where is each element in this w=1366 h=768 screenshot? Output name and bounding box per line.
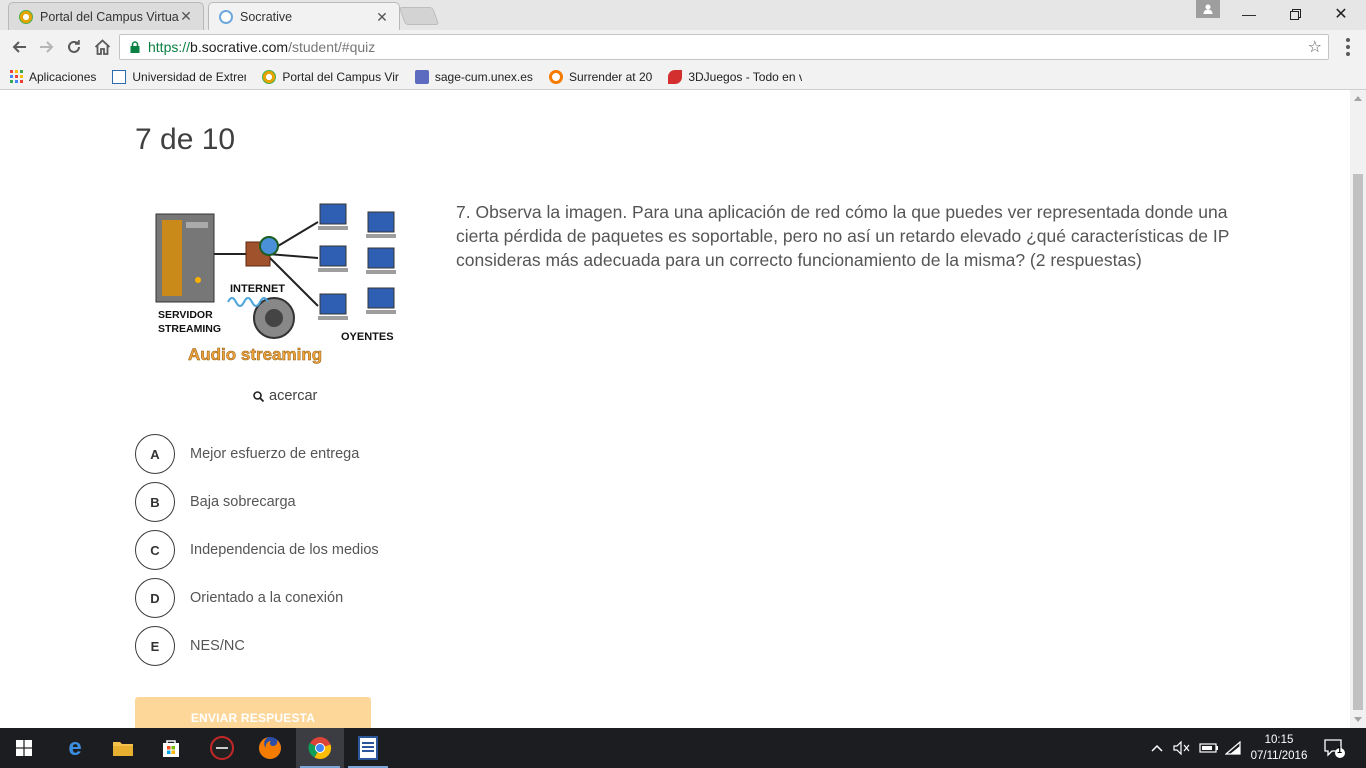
chrome-taskbar-icon[interactable] — [296, 728, 344, 768]
page-scrollbar[interactable] — [1350, 90, 1366, 728]
zoom-label: acercar — [269, 388, 318, 404]
document-app-icon[interactable] — [344, 728, 392, 768]
answer-text: Mejor esfuerzo de entrega — [190, 446, 360, 462]
answer-option-e[interactable]: E NES/NC — [135, 626, 379, 666]
bookmark-aplicaciones[interactable]: Aplicaciones — [0, 70, 102, 84]
browser-toolbar: https:// b.socrative.com /student/#quiz … — [0, 30, 1366, 64]
bookmarks-bar: Aplicaciones Universidad de Extrem Porta… — [0, 64, 1366, 90]
clock-date: 07/11/2016 — [1250, 750, 1308, 762]
asus-app-icon[interactable] — [198, 728, 246, 768]
campus-favicon-icon — [19, 9, 33, 24]
tab-socrative[interactable]: Socrative ✕ — [208, 2, 400, 31]
clock-time: 10:15 — [1264, 734, 1294, 746]
firefox-icon[interactable] — [246, 728, 294, 768]
windows-logo-icon — [16, 740, 32, 756]
taskbar: e 10:15 07/11/2016 1 — [0, 728, 1366, 768]
answer-option-a[interactable]: A Mejor esfuerzo de entrega — [135, 434, 379, 474]
answer-text: NES/NC — [190, 638, 245, 654]
surrender-icon — [548, 69, 563, 84]
notification-count: 1 — [1337, 745, 1343, 755]
close-window-button[interactable]: ✕ — [1318, 0, 1364, 28]
answer-list: A Mejor esfuerzo de entrega B Baja sobre… — [135, 434, 379, 674]
university-icon — [112, 69, 127, 84]
answer-letter: C — [135, 530, 175, 570]
answer-letter: B — [135, 482, 175, 522]
bookmark-label: 3DJuegos - Todo en v — [688, 69, 803, 84]
socrative-favicon-icon — [219, 10, 233, 24]
image-label-server-line2: STREAMING — [158, 323, 221, 335]
battery-icon[interactable] — [1199, 728, 1219, 768]
url-host: b.socrative.com — [190, 39, 289, 55]
new-tab-button[interactable] — [398, 7, 440, 25]
image-label-listeners: OYENTES — [341, 331, 394, 343]
question-image: INTERNET SERVIDOR STREAMING OYENTES Audi… — [155, 203, 396, 364]
bookmark-label: Universidad de Extrem — [132, 69, 247, 84]
tab-strip: Portal del Campus Virtua ✕ Socrative ✕ —… — [0, 0, 1366, 31]
maximize-button[interactable] — [1272, 0, 1318, 28]
minimize-button[interactable]: — — [1226, 0, 1272, 28]
magnifier-icon — [253, 390, 264, 402]
question-progress: 7 de 10 — [135, 123, 236, 156]
lock-icon — [126, 40, 144, 54]
action-center-icon[interactable]: 1 — [1323, 728, 1345, 768]
answer-option-c[interactable]: C Independencia de los medios — [135, 530, 379, 570]
sage-icon — [414, 69, 429, 84]
url-scheme: https:// — [148, 39, 191, 55]
scroll-down-icon[interactable] — [1354, 717, 1362, 722]
image-label-internet: INTERNET — [230, 283, 285, 295]
3djuegos-icon — [668, 69, 683, 84]
answer-option-b[interactable]: B Baja sobrecarga — [135, 482, 379, 522]
tab-title: Socrative — [240, 10, 293, 24]
quiz-page: 7 de 10 INTERNET SERVIDOR STREAMING OYEN… — [0, 90, 1350, 728]
bookmark-surrender[interactable]: Surrender at 20 — [539, 69, 658, 84]
home-button[interactable] — [91, 36, 113, 58]
bookmark-3djuegos[interactable]: 3DJuegos - Todo en v — [658, 69, 808, 84]
image-label-server-line1: SERVIDOR — [158, 309, 213, 321]
bookmark-label: Surrender at 20 — [568, 69, 653, 84]
file-explorer-icon[interactable] — [99, 728, 147, 768]
zoom-link[interactable]: acercar — [253, 388, 317, 404]
profile-icon[interactable] — [1196, 0, 1220, 18]
bookmark-universidad[interactable]: Universidad de Extrem — [102, 69, 252, 84]
bookmark-label: Portal del Campus Vir — [282, 69, 399, 84]
address-bar[interactable]: https:// b.socrative.com /student/#quiz … — [119, 34, 1329, 60]
forward-button[interactable] — [36, 36, 58, 58]
show-hidden-icons[interactable] — [1150, 728, 1164, 768]
bookmark-label: Aplicaciones — [29, 69, 97, 84]
tab-title: Portal del Campus Virtua — [40, 9, 179, 24]
answer-text: Orientado a la conexión — [190, 590, 344, 606]
bookmark-label: sage-cum.unex.es — [434, 69, 533, 84]
chrome-menu-icon[interactable] — [1340, 37, 1356, 57]
close-tab-icon[interactable]: ✕ — [375, 9, 389, 26]
answer-option-d[interactable]: D Orientado a la conexión — [135, 578, 379, 618]
scroll-up-icon[interactable] — [1354, 96, 1362, 101]
submit-answer-button[interactable]: ENVIAR RESPUESTA — [135, 697, 371, 728]
answer-text: Baja sobrecarga — [190, 494, 296, 510]
volume-muted-icon[interactable] — [1173, 728, 1191, 768]
apps-grid-icon — [10, 70, 23, 83]
campus-favicon-icon — [262, 69, 277, 84]
reload-button[interactable] — [63, 36, 85, 58]
bookmark-portal-campus[interactable]: Portal del Campus Vir — [252, 69, 405, 84]
answer-text: Independencia de los medios — [190, 542, 379, 558]
start-button[interactable] — [0, 728, 48, 768]
edge-icon[interactable]: e — [51, 728, 99, 768]
close-tab-icon[interactable]: ✕ — [179, 8, 193, 25]
store-icon[interactable] — [147, 728, 195, 768]
answer-letter: E — [135, 626, 175, 666]
bookmark-sage[interactable]: sage-cum.unex.es — [405, 69, 539, 84]
wifi-icon[interactable] — [1225, 728, 1241, 768]
scrollbar-thumb[interactable] — [1353, 174, 1363, 710]
question-text: 7. Observa la imagen. Para una aplicació… — [456, 202, 1230, 270]
url-path: /student/#quiz — [288, 39, 376, 55]
image-caption: Audio streaming — [188, 345, 322, 364]
bookmark-star-icon[interactable]: ☆ — [1308, 37, 1322, 57]
taskbar-clock[interactable]: 10:15 07/11/2016 — [1244, 732, 1314, 764]
server-icon — [155, 213, 215, 303]
back-button[interactable] — [8, 36, 30, 58]
answer-letter: A — [135, 434, 175, 474]
tab-portal-campus[interactable]: Portal del Campus Virtua ✕ — [8, 2, 204, 30]
answer-letter: D — [135, 578, 175, 618]
